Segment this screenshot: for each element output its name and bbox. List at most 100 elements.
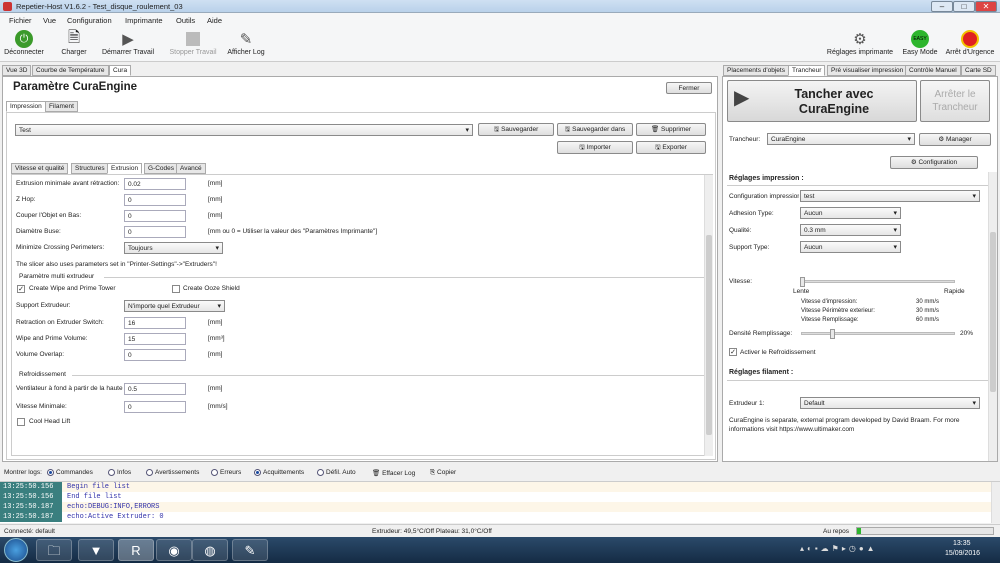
explorer-taskbar-icon[interactable]: 🗀 (36, 539, 72, 561)
volume-overlap-input[interactable]: 0 (124, 349, 186, 361)
infill-density-thumb[interactable] (830, 329, 836, 339)
tab-3d-view[interactable]: Vue 3D (2, 65, 32, 76)
min-extrusion-input[interactable]: 0.02 (124, 178, 186, 190)
paint-taskbar-icon[interactable]: ✎ (232, 539, 268, 561)
menu-imprimante[interactable]: Imprimante (125, 16, 163, 25)
extrusion-scrollbar[interactable] (704, 175, 713, 456)
filter-warnings[interactable]: Avertissements (146, 469, 199, 476)
show-log-button[interactable]: ✎ Afficher Log (224, 29, 268, 56)
stop-job-button[interactable]: Stopper Travail (166, 29, 220, 56)
filter-acks[interactable]: Acquittements (254, 469, 304, 476)
tab-structures[interactable]: Structures (71, 163, 109, 174)
extruder1-select[interactable]: Default (800, 397, 980, 409)
filter-infos[interactable]: Infos (108, 469, 131, 476)
menu-fichier[interactable]: Fichier (9, 16, 32, 25)
menu-aide[interactable]: Aide (207, 16, 222, 25)
menu-vue[interactable]: Vue (43, 16, 56, 25)
tab-extrusion[interactable]: Extrusion (107, 163, 143, 174)
wipe-tower-checkbox[interactable]: ✓ (17, 285, 25, 293)
profile-select[interactable]: Test (15, 124, 473, 136)
toolbar: ⏻ Déconnecter 🗎 Charger ▶ Démarrer Trava… (0, 28, 1000, 62)
scrollbar-thumb[interactable] (706, 235, 712, 435)
tab-sd-card[interactable]: Carte SD (961, 65, 996, 76)
tab-manual-control[interactable]: Contrôle Manuel (905, 65, 961, 76)
wipe-volume-input[interactable]: 15 (124, 333, 186, 345)
filter-autoscroll[interactable]: Défil. Auto (317, 469, 356, 476)
printer-settings-button[interactable]: ⚙ Réglages imprimante (823, 29, 897, 56)
app-taskbar-icon[interactable]: ▼ (78, 539, 114, 561)
tab-object-placement[interactable]: Placements d'objets (723, 65, 789, 76)
easy-mode-button[interactable]: EASY Easy Mode (900, 29, 940, 56)
disconnect-button[interactable]: ⏻ Déconnecter (2, 29, 46, 56)
manager-button[interactable]: ⚙ Manager (919, 133, 991, 146)
tab-gcodes[interactable]: G-Codes (144, 163, 179, 174)
quality-select[interactable]: 0.3 mm (800, 224, 901, 236)
viewer-taskbar-icon[interactable]: ◉ (156, 539, 192, 561)
load-button[interactable]: 🗎 Charger (56, 29, 92, 57)
cool-head-lift-label: Cool Head Lift (29, 418, 71, 425)
chrome-taskbar-icon[interactable]: ◍ (192, 539, 228, 561)
min-speed-label: Vitesse Minimale: (16, 403, 67, 410)
infill-density-slider[interactable] (801, 329, 955, 339)
minimize-button[interactable]: – (931, 1, 953, 12)
fan-height-input[interactable]: 0.5 (124, 383, 186, 395)
tab-temperature-curve[interactable]: Courbe de Température (32, 65, 109, 76)
speed-slider-thumb[interactable] (800, 277, 805, 287)
save-button[interactable]: 🖫 Sauvegarder (478, 123, 554, 136)
adhesion-select[interactable]: Aucun (800, 207, 901, 219)
nozzle-diameter-input[interactable]: 0 (124, 226, 186, 238)
scrollbar-thumb[interactable] (990, 232, 996, 392)
clear-log-button[interactable]: 🗑 Effacer Log (372, 469, 415, 477)
slicer-select[interactable]: CuraEngine (767, 133, 915, 145)
log-message: echo:Active Extruder: 0 (67, 513, 164, 521)
save-as-button[interactable]: 🖫 Sauvegarder dans (557, 123, 633, 136)
menu-configuration[interactable]: Configuration (67, 16, 112, 25)
import-button[interactable]: 🖫 Importer (557, 141, 633, 154)
zhop-input[interactable]: 0 (124, 194, 186, 206)
slicer-scrollbar[interactable] (988, 172, 997, 461)
log-row: 13:25:50.156 Begin file list (0, 482, 995, 492)
emergency-stop-button[interactable]: Arrêt d'Urgence (942, 29, 998, 56)
cut-object-input[interactable]: 0 (124, 210, 186, 222)
stop-slicer-button[interactable]: Arrêter le Trancheur (920, 80, 990, 122)
min-speed-input[interactable]: 0 (124, 401, 186, 413)
configuration-button[interactable]: ⚙ Configuration (890, 156, 978, 169)
nozzle-diameter-label: Diamètre Buse: (16, 228, 61, 235)
tab-slicer[interactable]: Trancheur (788, 65, 826, 76)
clock-time[interactable]: 13:35 (953, 540, 971, 547)
menu-outils[interactable]: Outils (176, 16, 195, 25)
repetier-taskbar-icon[interactable]: R (118, 539, 154, 561)
enable-cooling-checkbox[interactable]: ✓ (729, 348, 737, 356)
filter-errors[interactable]: Erreurs (211, 469, 241, 476)
delete-button[interactable]: 🗑 Supprimer (636, 123, 706, 136)
speed-slider[interactable] (800, 277, 955, 287)
start-job-button[interactable]: ▶ Démarrer Travail (98, 29, 158, 56)
tab-filament[interactable]: Filament (45, 101, 78, 112)
support-extruder-select[interactable]: N'importe quel Extrudeur (124, 300, 225, 312)
slice-button[interactable]: ▶ Tancher avec CuraEngine (727, 80, 917, 122)
print-speed-label: Vitesse d'impression: (801, 299, 858, 305)
close-panel-button[interactable]: Fermer (666, 82, 712, 94)
idle-status: Au repos (823, 528, 850, 535)
volume-overlap-label: Volume Overlap: (16, 351, 65, 358)
log-scrollbar[interactable] (991, 482, 1000, 523)
tab-preview[interactable]: Pré visualiser impression (827, 65, 908, 76)
start-button[interactable] (4, 538, 28, 562)
cool-head-lift-checkbox[interactable] (17, 418, 25, 426)
export-button[interactable]: 🖫 Exporter (636, 141, 706, 154)
filter-commands[interactable]: Commandes (47, 469, 93, 476)
minimize-crossing-select[interactable]: Toujours (124, 242, 223, 254)
retraction-switch-input[interactable]: 16 (124, 317, 186, 329)
maximize-button[interactable]: □ (953, 1, 975, 12)
copy-log-button[interactable]: ⎘ Copier (430, 469, 456, 477)
tab-cura[interactable]: Cura (109, 65, 132, 76)
tab-impression[interactable]: Impression (6, 101, 46, 112)
ooze-shield-checkbox[interactable] (172, 285, 180, 293)
pencil-icon: ✎ (239, 31, 253, 48)
print-config-select[interactable]: test (800, 190, 980, 202)
clock-date[interactable]: 15/09/2016 (945, 550, 980, 557)
close-button[interactable]: ✕ (975, 1, 997, 12)
support-type-select[interactable]: Aucun (800, 241, 901, 253)
tab-speed-quality[interactable]: Vitesse et qualité (11, 163, 69, 174)
tab-advanced[interactable]: Avancé (176, 163, 206, 174)
